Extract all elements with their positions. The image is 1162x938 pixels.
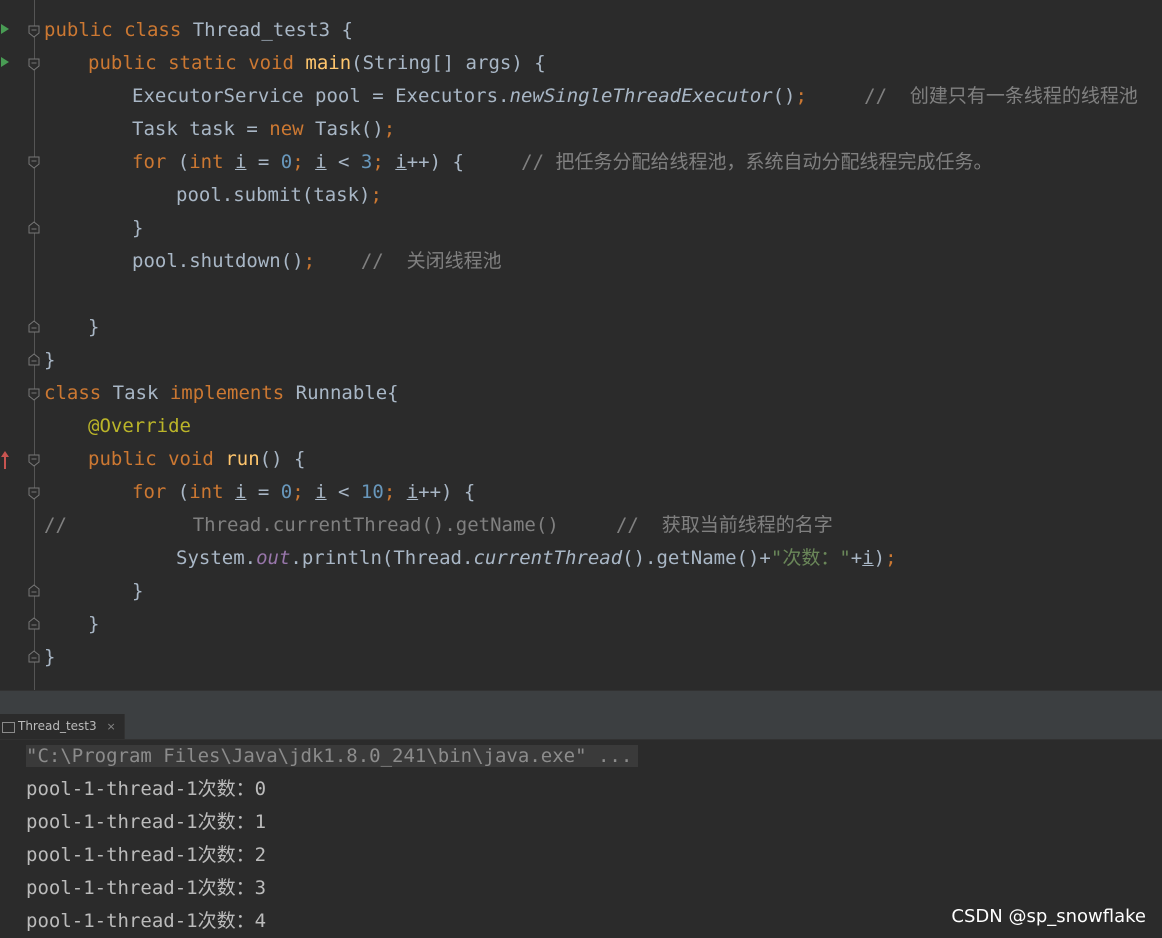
- console-output-line: pool-1-thread-1次数：2: [26, 844, 267, 866]
- fold-icon[interactable]: [27, 155, 41, 169]
- fold-icon[interactable]: [27, 221, 41, 235]
- tool-window-header: [0, 690, 1162, 715]
- console-output-line: pool-1-thread-1次数：4: [26, 910, 267, 932]
- run-arrow-icon[interactable]: [0, 56, 10, 68]
- fold-icon[interactable]: [27, 353, 41, 367]
- code-line[interactable]: for (int i = 0; i < 3; i++) { // 把任务分配给线…: [132, 146, 992, 179]
- code-line[interactable]: }: [44, 344, 55, 377]
- code-line[interactable]: public class Thread_test3 {: [44, 14, 353, 47]
- run-arrow-icon[interactable]: [0, 23, 10, 35]
- code-line[interactable]: }: [88, 311, 99, 344]
- console-output-line: pool-1-thread-1次数：1: [26, 811, 267, 833]
- code-line[interactable]: // Thread.currentThread().getName() // 获…: [44, 509, 833, 542]
- code-line[interactable]: for (int i = 0; i < 10; i++) {: [132, 476, 475, 509]
- code-line[interactable]: Task task = new Task();: [132, 113, 395, 146]
- console-gutter: [0, 740, 8, 937]
- code-line[interactable]: public void run() {: [88, 443, 305, 476]
- run-tab[interactable]: Thread_test3 ×: [0, 714, 125, 739]
- code-line[interactable]: pool.shutdown(); // 关闭线程池: [132, 245, 502, 278]
- watermark: CSDN @sp_snowflake: [951, 906, 1146, 927]
- run-tab-label: Thread_test3: [18, 719, 97, 733]
- fold-icon[interactable]: [27, 617, 41, 631]
- fold-icon[interactable]: [27, 320, 41, 334]
- fold-icon[interactable]: [27, 486, 41, 500]
- code-line[interactable]: pool.submit(task);: [176, 179, 382, 212]
- fold-icon[interactable]: [27, 453, 41, 467]
- console-icon: [2, 722, 15, 733]
- fold-icon[interactable]: [27, 584, 41, 598]
- code-line[interactable]: System.out.println(Thread.currentThread(…: [176, 542, 897, 575]
- code-line[interactable]: }: [132, 212, 143, 245]
- fold-icon[interactable]: [27, 650, 41, 664]
- fold-icon[interactable]: [27, 57, 41, 71]
- code-line[interactable]: ExecutorService pool = Executors.newSing…: [132, 80, 1138, 113]
- fold-icon[interactable]: [27, 387, 41, 401]
- code-line[interactable]: public static void main(String[] args) {: [88, 47, 546, 80]
- console-command-line: "C:\Program Files\Java\jdk1.8.0_241\bin\…: [26, 740, 639, 773]
- code-line[interactable]: }: [88, 608, 99, 641]
- java-command: "C:\Program Files\Java\jdk1.8.0_241\bin\…: [26, 745, 639, 767]
- code-line[interactable]: }: [132, 575, 143, 608]
- editor-gutter: [0, 0, 44, 690]
- code-line[interactable]: class Task implements Runnable{: [44, 377, 399, 410]
- code-line[interactable]: }: [44, 641, 55, 674]
- console-output-line: pool-1-thread-1次数：0: [26, 778, 267, 800]
- override-marker-icon[interactable]: [0, 450, 10, 470]
- code-line[interactable]: @Override: [88, 410, 191, 443]
- close-icon[interactable]: ×: [106, 720, 115, 733]
- console-tab-bar: Thread_test3 ×: [0, 714, 1162, 740]
- code-editor[interactable]: public class Thread_test3 { public stati…: [0, 0, 1162, 690]
- console-output-line: pool-1-thread-1次数：3: [26, 877, 267, 899]
- fold-icon[interactable]: [27, 24, 41, 38]
